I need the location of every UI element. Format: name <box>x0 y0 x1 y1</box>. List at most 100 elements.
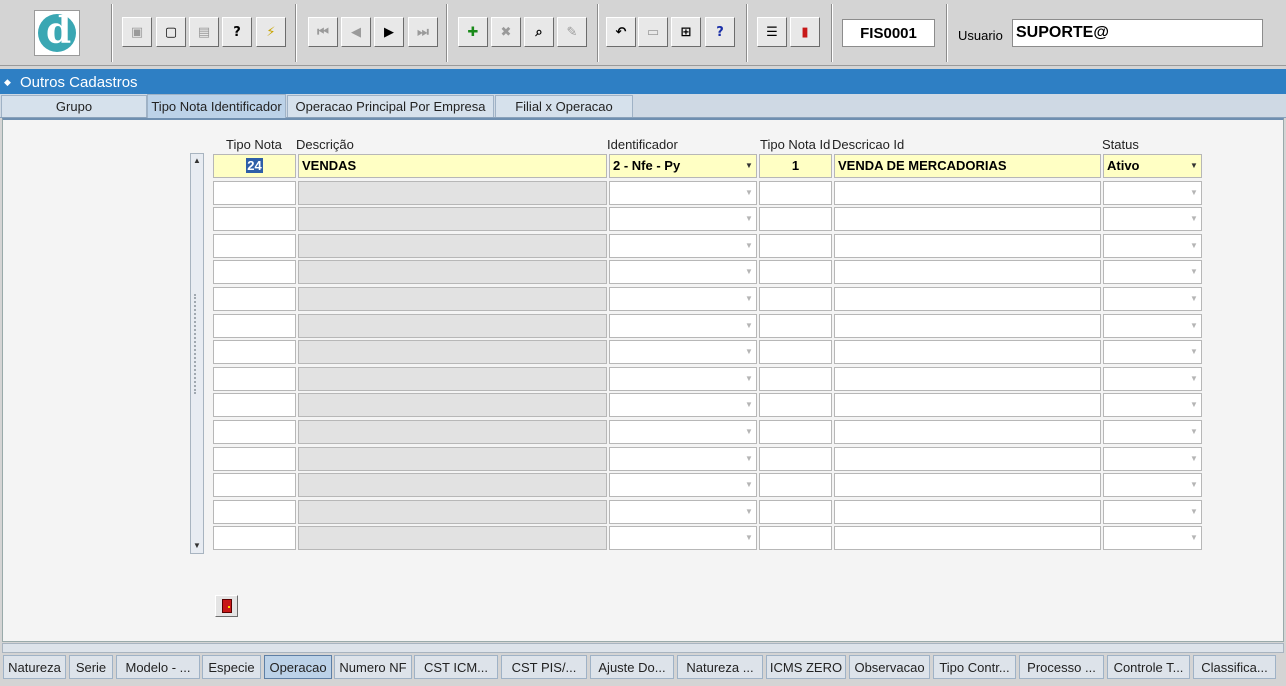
cell-tipo-nota-id[interactable] <box>759 473 832 498</box>
chevron-down-icon[interactable]: ▼ <box>742 527 756 549</box>
bottom-tab-11[interactable]: Observacao <box>849 655 930 679</box>
cell-tipo-nota[interactable] <box>213 446 296 471</box>
cell-tipo-nota[interactable] <box>213 393 296 418</box>
bottom-tab-14[interactable]: Controle T... <box>1107 655 1190 679</box>
window-menu-icon[interactable]: ◆ <box>4 76 18 88</box>
cell-descricao[interactable] <box>298 499 607 524</box>
cell-identificador[interactable]: ▼ <box>609 446 757 471</box>
cell-tipo-nota-id[interactable] <box>759 420 832 444</box>
cell-descricao-id[interactable] <box>834 287 1101 311</box>
cell-status[interactable]: ▼ <box>1103 366 1202 391</box>
cell-tipo-nota-id[interactable]: 1 <box>759 154 832 178</box>
cell-status[interactable]: ▼ <box>1103 313 1202 338</box>
cell-descricao-id[interactable]: VENDA DE MERCADORIAS <box>834 154 1101 178</box>
cell-tipo-nota-id[interactable] <box>759 207 832 232</box>
cell-tipo-nota[interactable] <box>213 499 296 524</box>
bottom-tab-3[interactable]: Especie <box>202 655 261 679</box>
chevron-down-icon[interactable]: ▼ <box>1187 261 1201 283</box>
chevron-down-icon[interactable]: ▼ <box>742 155 756 177</box>
bottom-tab-0[interactable]: Natureza <box>3 655 66 679</box>
cell-status[interactable]: ▼ <box>1103 287 1202 311</box>
cell-identificador[interactable]: ▼ <box>609 526 757 551</box>
bottom-tab-5[interactable]: Numero NF <box>334 655 412 679</box>
cell-descricao-id[interactable] <box>834 313 1101 338</box>
cell-tipo-nota[interactable] <box>213 180 296 205</box>
cell-descricao[interactable] <box>298 526 607 551</box>
chevron-down-icon[interactable]: ▼ <box>1187 155 1201 177</box>
cell-descricao[interactable] <box>298 393 607 418</box>
cell-tipo-nota[interactable] <box>213 473 296 498</box>
chevron-down-icon[interactable]: ▼ <box>742 368 756 390</box>
cell-descricao-id[interactable] <box>834 393 1101 418</box>
chevron-down-icon[interactable]: ▼ <box>1187 527 1201 549</box>
cell-status[interactable]: ▼ <box>1103 260 1202 285</box>
cell-tipo-nota-id[interactable] <box>759 260 832 285</box>
cell-descricao[interactable] <box>298 340 607 365</box>
cell-status[interactable]: ▼ <box>1103 499 1202 524</box>
save-button[interactable]: ▣ <box>122 17 152 47</box>
top-tab-1[interactable]: Tipo Nota Identificador <box>147 94 286 118</box>
cell-tipo-nota-id[interactable] <box>759 393 832 418</box>
bottom-tab-9[interactable]: Natureza ... <box>677 655 763 679</box>
cell-tipo-nota-id[interactable] <box>759 180 832 205</box>
cell-tipo-nota-id[interactable] <box>759 499 832 524</box>
cell-descricao[interactable] <box>298 366 607 391</box>
chevron-down-icon[interactable]: ▼ <box>1187 368 1201 390</box>
chevron-down-icon[interactable]: ▼ <box>1187 182 1201 204</box>
cell-status[interactable]: Ativo ▼ <box>1103 154 1202 178</box>
cell-tipo-nota-id[interactable] <box>759 287 832 311</box>
cell-identificador[interactable]: ▼ <box>609 180 757 205</box>
bottom-tab-12[interactable]: Tipo Contr... <box>933 655 1016 679</box>
search-record-button[interactable]: ⌕ <box>524 17 554 47</box>
chevron-down-icon[interactable]: ▼ <box>742 315 756 337</box>
chevron-down-icon[interactable]: ▼ <box>1187 394 1201 416</box>
cell-status[interactable]: ▼ <box>1103 420 1202 444</box>
cell-tipo-nota[interactable]: 24 <box>213 154 296 178</box>
chevron-down-icon[interactable]: ▼ <box>1187 448 1201 470</box>
edit-record-button[interactable]: ✎ <box>557 17 587 47</box>
cell-status[interactable]: ▼ <box>1103 340 1202 365</box>
chevron-down-icon[interactable]: ▼ <box>1187 208 1201 230</box>
cell-tipo-nota[interactable] <box>213 260 296 285</box>
calculator-button[interactable]: ⊞ <box>671 17 701 47</box>
cell-identificador[interactable]: 2 - Nfe - Py ▼ <box>609 154 757 178</box>
bottom-tab-10[interactable]: ICMS ZERO <box>766 655 846 679</box>
cell-tipo-nota[interactable] <box>213 207 296 232</box>
cell-descricao-id[interactable] <box>834 207 1101 232</box>
bottom-tab-13[interactable]: Processo ... <box>1019 655 1104 679</box>
cell-descricao[interactable] <box>298 233 607 258</box>
chevron-down-icon[interactable]: ▼ <box>742 501 756 523</box>
chevron-down-icon[interactable]: ▼ <box>742 341 756 363</box>
cell-descricao[interactable] <box>298 446 607 471</box>
cell-descricao[interactable] <box>298 313 607 338</box>
cell-descricao[interactable] <box>298 180 607 205</box>
query-help-button[interactable]: ? <box>222 17 252 47</box>
cell-status[interactable]: ▼ <box>1103 233 1202 258</box>
cell-status[interactable]: ▼ <box>1103 446 1202 471</box>
cell-tipo-nota[interactable] <box>213 313 296 338</box>
chevron-down-icon[interactable]: ▼ <box>742 182 756 204</box>
user-field[interactable]: SUPORTE@ <box>1012 19 1263 47</box>
cell-tipo-nota[interactable] <box>213 233 296 258</box>
chevron-down-icon[interactable]: ▼ <box>742 394 756 416</box>
close-form-button[interactable] <box>215 595 238 617</box>
cell-descricao-id[interactable] <box>834 260 1101 285</box>
cell-descricao[interactable] <box>298 420 607 444</box>
clipboard-button[interactable]: ▭ <box>638 17 668 47</box>
cell-descricao-id[interactable] <box>834 233 1101 258</box>
cell-descricao-id[interactable] <box>834 420 1101 444</box>
chevron-down-icon[interactable]: ▼ <box>742 261 756 283</box>
cell-descricao-id[interactable] <box>834 446 1101 471</box>
bottom-tab-2[interactable]: Modelo - ... <box>116 655 200 679</box>
cell-descricao-id[interactable] <box>834 180 1101 205</box>
cell-status[interactable]: ▼ <box>1103 207 1202 232</box>
cell-identificador[interactable]: ▼ <box>609 233 757 258</box>
cell-tipo-nota[interactable] <box>213 340 296 365</box>
cell-descricao[interactable] <box>298 473 607 498</box>
menu-button[interactable]: ☰ <box>757 17 787 47</box>
cell-identificador[interactable]: ▼ <box>609 366 757 391</box>
chevron-down-icon[interactable]: ▼ <box>1187 341 1201 363</box>
cell-identificador[interactable]: ▼ <box>609 499 757 524</box>
cell-identificador[interactable]: ▼ <box>609 473 757 498</box>
chevron-down-icon[interactable]: ▼ <box>1187 235 1201 257</box>
